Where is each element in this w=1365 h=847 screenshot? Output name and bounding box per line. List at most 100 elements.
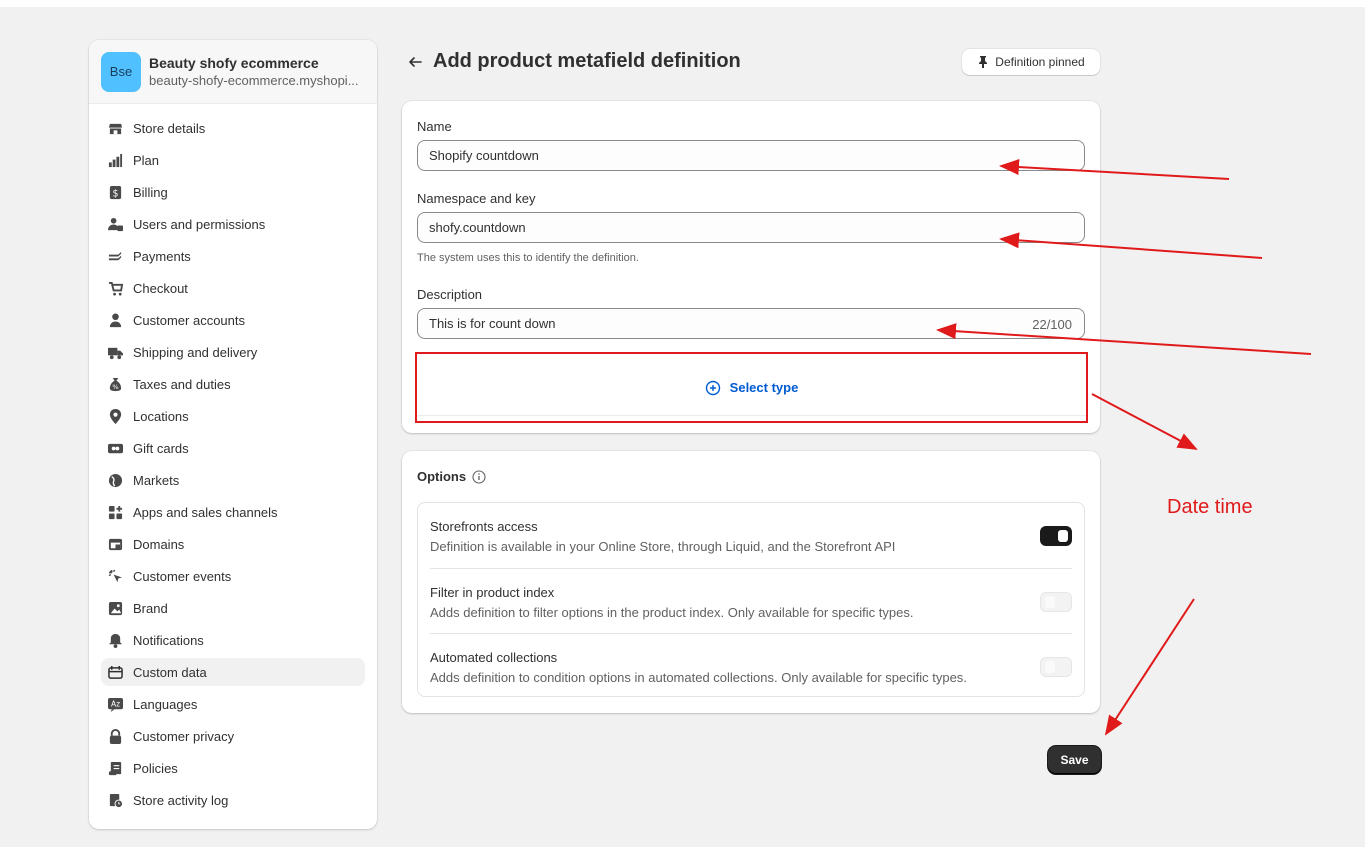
sidebar-item-billing[interactable]: $ Billing [101,178,365,206]
sidebar-item-plan[interactable]: Plan [101,146,365,174]
sidebar-item-customer-accounts[interactable]: Customer accounts [101,306,365,334]
sidebar-item-gift-cards[interactable]: Gift cards [101,434,365,462]
sidebar-item-customer-events[interactable]: Customer events [101,562,365,590]
sidebar-item-activity-log[interactable]: Store activity log [101,786,365,814]
cart-icon [107,280,123,296]
sidebar-item-users[interactable]: Users and permissions [101,210,365,238]
sidebar-item-brand[interactable]: Brand [101,594,365,622]
store-text: Beauty shofy ecommerce beauty-shofy-ecom… [149,54,369,90]
namespace-value: shofy.countdown [429,220,526,235]
name-input[interactable]: Shopify countdown [417,140,1085,171]
description-input[interactable]: This is for count down 22/100 [417,308,1085,339]
brand-icon [107,600,123,616]
sidebar-item-domains[interactable]: Domains [101,530,365,558]
sidebar-item-label: Billing [133,184,168,200]
sidebar-item-label: Shipping and delivery [133,344,258,360]
description-label: Description [417,287,483,302]
plus-circle-icon [705,380,720,395]
sidebar-item-store-details[interactable]: Store details [101,114,365,142]
sidebar-item-customer-privacy[interactable]: Customer privacy [101,722,365,750]
bell-icon [107,632,123,648]
sidebar-item-label: Plan [133,152,160,168]
option-description: Adds definition to filter options in the… [430,605,914,620]
users-icon [107,216,123,232]
select-type-label: Select type [729,380,799,395]
options-list: Storefronts access Definition is availab… [417,502,1085,697]
sidebar-item-shipping[interactable]: Shipping and delivery [101,338,365,366]
option-filter-product-index: Filter in product index Adds definition … [430,568,1072,632]
gift-card-icon [107,440,123,456]
option-description: Adds definition to condition options in … [430,670,967,685]
namespace-help: The system uses this to identify the def… [417,252,639,264]
option-title: Filter in product index [430,585,555,600]
sidebar-item-taxes[interactable]: % Taxes and duties [101,370,365,398]
sidebar-item-policies[interactable]: Policies [101,754,365,782]
sidebar-item-label: Brand [133,600,168,616]
sidebar-item-label: Locations [133,408,189,424]
domains-icon [107,536,123,552]
sidebar-item-label: Apps and sales channels [133,504,278,520]
store-header[interactable]: Bse Beauty shofy ecommerce beauty-shofy-… [89,40,377,104]
sidebar-item-label: Markets [133,472,180,488]
svg-text:Az: Az [110,699,119,708]
options-card: Options Storefronts access Definition is… [402,451,1100,713]
storefronts-access-toggle[interactable] [1040,526,1072,546]
name-value: Shopify countdown [429,148,539,163]
select-type-button[interactable]: Select type [415,352,1088,423]
custom-data-icon [107,664,123,680]
filter-product-index-toggle[interactable] [1040,592,1072,612]
save-button[interactable]: Save [1048,746,1101,774]
sidebar-item-label: Gift cards [133,440,189,456]
globe-icon [107,472,123,488]
activity-log-icon [107,792,123,808]
automated-collections-toggle[interactable] [1040,657,1072,677]
sidebar-item-label: Customer events [133,568,232,584]
option-title: Storefronts access [430,519,538,534]
sidebar-item-label: Languages [133,696,198,712]
sidebar-item-notifications[interactable]: Notifications [101,626,365,654]
sidebar-item-payments[interactable]: Payments [101,242,365,270]
top-strip [0,0,1365,7]
sidebar-item-label: Notifications [133,632,204,648]
sidebar-item-label: Checkout [133,280,188,296]
arrow-left-icon[interactable] [405,52,425,72]
sidebar-item-checkout[interactable]: Checkout [101,274,365,302]
person-icon [107,312,123,328]
sidebar-item-locations[interactable]: Locations [101,402,365,430]
apps-icon [107,504,123,520]
store-domain: beauty-shofy-ecommerce.myshopi... [149,72,359,88]
definition-card: Name Shopify countdown Namespace and key… [402,101,1100,433]
sidebar-item-label: Customer privacy [133,728,235,744]
pin-label: Definition pinned [995,55,1085,69]
sidebar-item-label: Custom data [133,664,207,680]
name-label: Name [417,119,452,134]
annotation-text: Date time [1167,496,1253,518]
location-icon [107,408,123,424]
languages-icon: Az [107,696,123,712]
svg-text:%: % [112,383,118,391]
option-description: Definition is available in your Online S… [430,539,896,554]
sidebar-item-languages[interactable]: Az Languages [101,690,365,718]
page-header: Add product metafield definition Definit… [405,48,1101,76]
sidebar-item-label: Taxes and duties [133,376,231,392]
info-icon[interactable] [472,469,486,484]
option-title: Automated collections [430,650,558,665]
option-storefronts-access: Storefronts access Definition is availab… [430,503,1072,567]
definition-pinned-button[interactable]: Definition pinned [962,49,1100,75]
pin-icon [979,56,988,68]
namespace-input[interactable]: shofy.countdown [417,212,1085,243]
taxes-icon: % [107,376,123,392]
sidebar-item-label: Policies [133,760,178,776]
truck-icon [107,344,123,360]
option-automated-collections: Automated collections Adds definition to… [430,633,1072,697]
sidebar-item-apps[interactable]: Apps and sales channels [101,498,365,526]
divider [417,415,1086,416]
sidebar-item-custom-data[interactable]: Custom data [101,658,365,686]
settings-nav: Store details Plan $ Billing Users and p… [89,104,377,814]
policies-icon [107,760,123,776]
lock-icon [107,728,123,744]
payments-icon [107,248,123,264]
sidebar-item-label: Payments [133,248,191,264]
sidebar-item-label: Users and permissions [133,216,266,232]
sidebar-item-markets[interactable]: Markets [101,466,365,494]
